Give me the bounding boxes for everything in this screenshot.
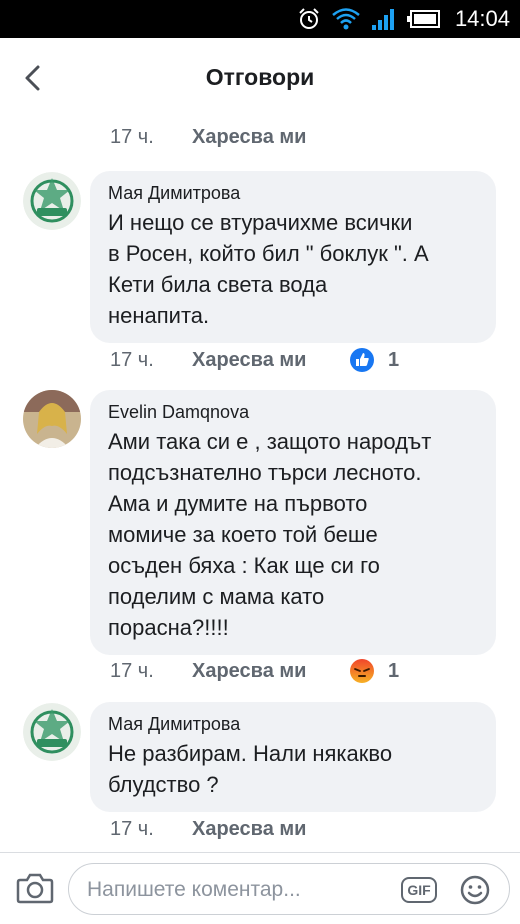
text-line: момиче за което той беше bbox=[108, 522, 378, 547]
comment-author[interactable]: Мая Димитрова bbox=[108, 712, 480, 736]
text-line: в Росен, който бил " боклук ". А bbox=[108, 241, 429, 266]
clock: 14:04 bbox=[454, 6, 510, 31]
text-line: Кети била света вода bbox=[108, 272, 328, 297]
comment-time: 17 ч. bbox=[110, 126, 154, 148]
text-line: поделим с мама като bbox=[108, 584, 325, 609]
avatar-evelin[interactable] bbox=[23, 390, 81, 448]
text-line: порасна?!!!! bbox=[108, 615, 229, 640]
club-logo-icon bbox=[23, 172, 81, 230]
wifi-icon bbox=[332, 8, 360, 30]
comment-bubble[interactable]: Мая Димитрова Не разбирам. Нали някакво … bbox=[90, 702, 496, 812]
status-bar: 14:04 bbox=[0, 0, 520, 38]
text-line: блудство ? bbox=[108, 772, 219, 797]
comment-input[interactable]: Напишете коментар... GIF bbox=[68, 863, 510, 915]
like-link[interactable]: Харесва ми bbox=[192, 349, 350, 372]
comment-bubble[interactable]: Мая Димитрова И нещо се втурачихме всичк… bbox=[90, 171, 496, 343]
text-line: Не разбирам. Нали някакво bbox=[108, 741, 393, 766]
like-link[interactable]: Харесва ми bbox=[192, 660, 350, 683]
battery-icon bbox=[406, 10, 440, 28]
camera-icon[interactable] bbox=[16, 871, 54, 905]
club-logo-icon bbox=[23, 703, 81, 761]
avatar-maya[interactable] bbox=[23, 703, 81, 761]
comment-meta: 17 ч. Харесва ми 1 bbox=[110, 659, 399, 683]
profile-photo-icon bbox=[23, 390, 81, 448]
comment-composer: Напишете коментар... GIF bbox=[0, 852, 520, 924]
comment-meta: 17 ч. Харесва ми 1 bbox=[110, 348, 399, 372]
text-line: Ама и думите на първото bbox=[108, 491, 368, 516]
comment-time: 17 ч. bbox=[110, 818, 154, 840]
alarm-icon bbox=[299, 8, 319, 29]
replies-thread[interactable]: 17 ч. Харесва ми Мая Димитрова И нещо се… bbox=[0, 118, 520, 852]
text-line: И нещо се втурачихме всички bbox=[108, 210, 413, 235]
text-line: ненапита. bbox=[108, 303, 210, 328]
emoji-icon[interactable] bbox=[459, 874, 491, 906]
reaction-count: 1 bbox=[388, 348, 400, 371]
text-line: подсъзнателно търси лесното. bbox=[108, 460, 422, 485]
like-link[interactable]: Харесва ми bbox=[192, 818, 350, 841]
angry-reaction-icon[interactable] bbox=[350, 659, 374, 683]
text-line: осъден бяха : Как ще си го bbox=[108, 553, 380, 578]
avatar-maya[interactable] bbox=[23, 172, 81, 230]
page-title: Отговори bbox=[205, 64, 315, 90]
comment-placeholder: Напишете коментар... bbox=[87, 878, 301, 901]
reaction-count: 1 bbox=[388, 659, 400, 682]
comment-time: 17 ч. bbox=[110, 659, 154, 682]
comment-meta: 17 ч. Харесва ми bbox=[110, 126, 350, 149]
comment-text: Не разбирам. Нали някакво блудство ? bbox=[108, 738, 480, 800]
header: Отговори bbox=[0, 38, 520, 118]
comment-bubble[interactable]: Evelin Damqnova Ами така си е , защото н… bbox=[90, 390, 496, 655]
comment-text: Ами така си е , защото народът подсъзнат… bbox=[108, 426, 480, 643]
comment-author[interactable]: Мая Димитрова bbox=[108, 181, 480, 205]
like-link[interactable]: Харесва ми bbox=[192, 126, 350, 149]
comment-author[interactable]: Evelin Damqnova bbox=[108, 400, 480, 424]
like-reaction-icon[interactable] bbox=[350, 348, 374, 372]
comment-time: 17 ч. bbox=[110, 348, 154, 371]
text-line: Ами така си е , защото народът bbox=[108, 429, 432, 454]
comment-meta: 17 ч. Харесва ми bbox=[110, 818, 350, 841]
gif-button[interactable]: GIF bbox=[401, 877, 437, 903]
signal-icon bbox=[371, 9, 394, 30]
comment-text: И нещо се втурачихме всички в Росен, кой… bbox=[108, 207, 480, 331]
